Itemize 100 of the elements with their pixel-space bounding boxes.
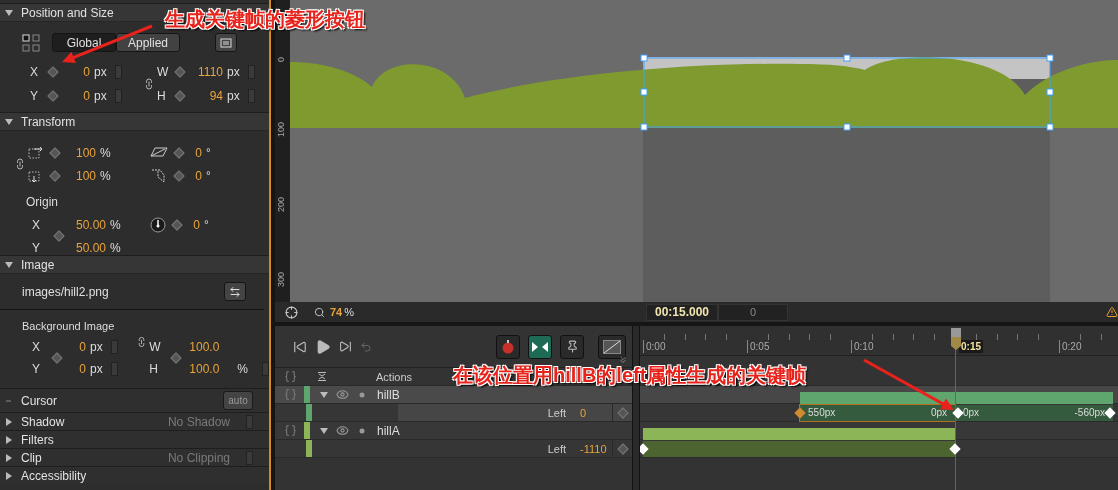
unit-toggle[interactable] [110, 362, 118, 376]
time-tick-label[interactable]: 0:05 [747, 340, 772, 353]
tween-bar[interactable] [800, 405, 955, 421]
keyframe-diamond-button[interactable] [171, 218, 183, 231]
caret-icon[interactable] [5, 117, 13, 126]
value-field[interactable]: 100.0 [189, 340, 234, 354]
play-icon[interactable] [315, 338, 331, 355]
value-field[interactable]: 50.00 [70, 217, 106, 232]
time-tick-label[interactable]: 0:00 [643, 340, 668, 353]
value-field[interactable]: 94 [191, 89, 223, 103]
menu-button[interactable] [215, 33, 237, 52]
property-value[interactable]: 0 [566, 406, 612, 419]
value-field[interactable]: 100 [66, 168, 96, 183]
playhead-handle[interactable] [950, 328, 961, 350]
keyframe-diamond-button[interactable] [53, 230, 65, 242]
search-icon[interactable] [314, 306, 325, 318]
section-header[interactable]: Shadow No Shadow [0, 412, 269, 430]
keyframe-diamond-button[interactable] [51, 352, 63, 364]
swap-button[interactable] [224, 282, 246, 301]
tween-end-label: 0px [930, 407, 947, 418]
track-row[interactable]: hillA [275, 422, 632, 440]
section-header[interactable]: Transform [0, 112, 269, 131]
value-field[interactable]: 100 [66, 145, 96, 160]
keyframe-diamond-button[interactable] [47, 66, 59, 78]
unit-toggle[interactable] [247, 65, 255, 79]
caret-icon[interactable] [320, 390, 328, 399]
caret-icon[interactable] [5, 260, 13, 269]
keyframe-diamond-button[interactable] [616, 442, 629, 455]
unit-label: ° [204, 217, 209, 232]
track-row[interactable]: hillB [275, 386, 632, 404]
stopwatch-button[interactable] [496, 334, 520, 359]
value-field[interactable]: 1110 [191, 65, 223, 79]
value-field[interactable]: 0 [190, 168, 202, 183]
auto-keyframe-button[interactable] [528, 334, 552, 359]
value-field[interactable]: 0 [64, 65, 90, 79]
easing-curve-icon [603, 339, 621, 354]
easing-button[interactable] [598, 334, 626, 359]
value-field[interactable]: 0 [68, 340, 86, 354]
unit-toggle[interactable] [262, 362, 269, 376]
mode-tab[interactable]: Applied [116, 33, 180, 52]
lock-dot-icon[interactable] [359, 427, 365, 434]
unit-toggle[interactable] [110, 340, 118, 354]
frame-display: 0 [718, 303, 789, 321]
braces-icon[interactable] [284, 370, 297, 383]
value-field[interactable]: 0 [188, 217, 200, 232]
tween-bar[interactable] [955, 405, 1114, 421]
crosshair-icon[interactable] [285, 305, 298, 319]
unit-toggle[interactable] [247, 89, 255, 103]
unit-toggle[interactable] [114, 65, 122, 79]
unit-toggle[interactable] [246, 414, 253, 429]
mode-tab[interactable]: Global [52, 33, 116, 52]
value-field[interactable]: 50.00 [70, 240, 106, 255]
image-path: images/hill2.png [22, 284, 109, 299]
keyframe-diamond-button[interactable] [174, 66, 186, 78]
expand-icon[interactable] [618, 355, 628, 365]
value-field[interactable]: 0 [64, 89, 90, 103]
time-tick-label[interactable]: 0:15 [959, 340, 983, 353]
rotation-dial-icon[interactable] [150, 216, 166, 233]
lock-dot-icon[interactable] [359, 391, 365, 398]
field-label: X [30, 65, 39, 79]
section-title: Cursor [21, 393, 57, 408]
pin-button[interactable] [560, 334, 584, 359]
track-bar[interactable] [800, 392, 1114, 404]
skip-back-icon[interactable] [293, 339, 307, 354]
link-icon[interactable] [143, 78, 155, 90]
value-field[interactable]: 0 [190, 145, 202, 160]
setting-value: No Clipping [167, 450, 230, 465]
section-header[interactable]: Accessibility [0, 466, 269, 484]
cursor-button[interactable]: auto [223, 391, 253, 410]
link-icon[interactable] [14, 158, 26, 170]
time-tick-label[interactable]: 0:10 [851, 340, 876, 353]
eye-icon[interactable] [336, 424, 349, 437]
keyframe-diamond-button[interactable] [47, 90, 59, 102]
zoom-value: 74 [330, 306, 343, 318]
value-field[interactable]: 100.0 [189, 362, 234, 376]
property-label: Left [547, 442, 566, 455]
section-header[interactable]: Clip No Clipping [0, 448, 269, 466]
caret-icon[interactable] [5, 8, 13, 17]
time-tick-label[interactable]: 0:20 [1059, 340, 1084, 353]
undo-icon[interactable] [360, 340, 372, 353]
value-field[interactable]: 0 [68, 362, 86, 376]
track-bar[interactable] [643, 428, 955, 440]
caret-icon[interactable] [320, 426, 328, 435]
selection-box[interactable] [640, 54, 1054, 131]
section-header[interactable]: Image [0, 255, 269, 274]
skip-forward-icon[interactable] [339, 340, 352, 353]
tween-end-label: -560px [1074, 407, 1106, 418]
braces-icon[interactable] [284, 424, 297, 437]
field-label: Y [32, 240, 41, 255]
unit-toggle[interactable] [114, 89, 122, 103]
unit-toggle[interactable] [246, 450, 253, 465]
keyframe-diamond-button[interactable] [173, 169, 185, 182]
keyframe-diamond-button[interactable] [170, 352, 182, 364]
property-value[interactable]: -1110 [566, 442, 612, 455]
eye-icon[interactable] [336, 388, 349, 401]
field-label: W [157, 65, 169, 79]
keyframe-diamond-button[interactable] [174, 90, 186, 102]
warning-icon[interactable] [1106, 306, 1118, 318]
section-title: Transform [21, 114, 76, 129]
collapse-all-icon[interactable] [318, 372, 326, 381]
